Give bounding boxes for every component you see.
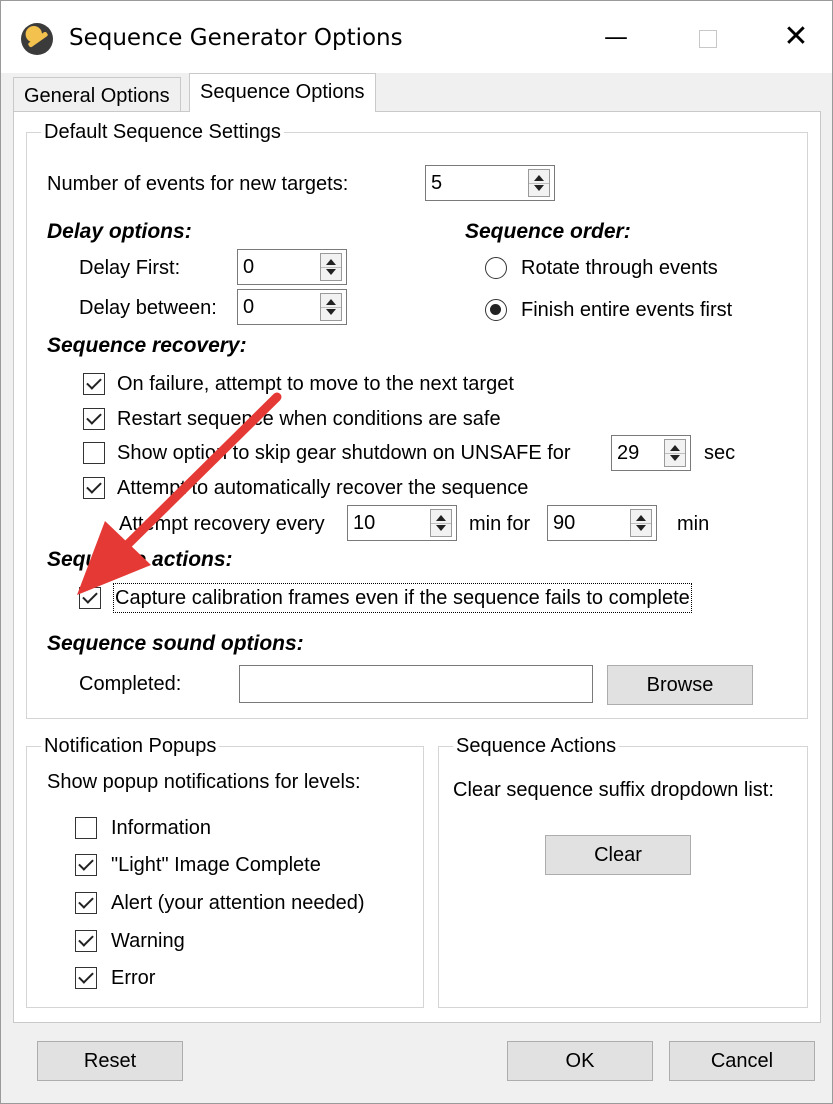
tab-sequence-options[interactable]: Sequence Options [189,73,376,112]
min-label: min [677,513,710,535]
level-light-image-checkbox[interactable] [75,854,97,876]
stepper-arrows-icon[interactable] [320,293,342,321]
stepper-arrows-icon[interactable] [664,439,686,467]
window-title: Sequence Generator Options [69,25,403,51]
stepper-arrows-icon[interactable] [430,509,452,537]
skip-gear-value[interactable]: 29 [617,440,639,466]
maximize-button[interactable] [683,15,733,59]
skip-gear-checkbox[interactable] [83,442,105,464]
minimize-button[interactable]: — [591,15,641,59]
sequence-actions-heading: Sequence actions: [47,548,233,571]
tab-general-options[interactable]: General Options [13,77,181,112]
attempt-every-label: Attempt recovery every [119,513,325,535]
level-alert-label[interactable]: Alert (your attention needed) [111,890,365,916]
level-information-label[interactable]: Information [111,815,211,841]
auto-recover-checkbox[interactable] [83,477,105,499]
events-stepper[interactable]: 5 [425,165,555,201]
events-label: Number of events for new targets: [47,173,349,195]
skip-gear-stepper[interactable]: 29 [611,435,691,471]
sequence-actions-group: Sequence Actions Clear sequence suffix d… [438,733,808,1008]
rotate-events-radio[interactable] [485,257,507,279]
group-title: Default Sequence Settings [41,119,284,145]
delay-between-value[interactable]: 0 [243,294,254,320]
delay-first-label: Delay First: [79,257,181,279]
default-sequence-settings-group: Default Sequence Settings Number of even… [26,119,808,719]
title-bar[interactable]: Sequence Generator Options — ✕ [1,1,832,73]
auto-recover-label[interactable]: Attempt to automatically recover the seq… [117,475,528,501]
capture-calibration-label[interactable]: Capture calibration frames even if the s… [113,583,692,613]
level-error-checkbox[interactable] [75,967,97,989]
skip-gear-unit: sec [704,442,736,464]
ok-button[interactable]: OK [507,1041,653,1081]
capture-calibration-checkbox[interactable] [79,587,101,609]
level-error-label[interactable]: Error [111,965,155,991]
browse-button[interactable]: Browse [607,665,753,705]
delay-options-heading: Delay options: [47,220,192,243]
delay-first-value[interactable]: 0 [243,254,254,280]
events-value[interactable]: 5 [431,170,442,196]
close-button[interactable]: ✕ [771,15,821,59]
attempt-every-stepper[interactable]: 10 [347,505,457,541]
level-warning-checkbox[interactable] [75,930,97,952]
sound-options-heading: Sequence sound options: [47,632,304,655]
finish-events-label[interactable]: Finish entire events first [521,297,732,323]
notifications-description: Show popup notifications for levels: [47,771,361,793]
sequence-order-heading: Sequence order: [465,220,631,243]
stepper-arrows-icon[interactable] [528,169,550,197]
app-logo-icon [21,23,53,55]
level-light-image-label[interactable]: "Light" Image Complete [111,852,321,878]
reset-button[interactable]: Reset [37,1041,183,1081]
delay-between-stepper[interactable]: 0 [237,289,347,325]
on-failure-checkbox[interactable] [83,373,105,395]
group-title: Notification Popups [41,733,220,759]
completed-label: Completed: [79,673,182,695]
restart-checkbox[interactable] [83,408,105,430]
delay-between-label: Delay between: [79,297,217,319]
clear-button[interactable]: Clear [545,835,691,875]
skip-gear-label[interactable]: Show option to skip gear shutdown on UNS… [117,440,571,466]
on-failure-label[interactable]: On failure, attempt to move to the next … [117,371,514,397]
tab-strip: General Options Sequence Options [1,73,832,113]
completed-sound-input[interactable] [239,665,593,703]
min-for-label: min for [469,513,531,535]
sequence-actions-description: Clear sequence suffix dropdown list: [453,779,774,801]
level-information-checkbox[interactable] [75,817,97,839]
sequence-options-panel: Default Sequence Settings Number of even… [13,111,821,1023]
min-for-stepper[interactable]: 90 [547,505,657,541]
restart-label[interactable]: Restart sequence when conditions are saf… [117,406,501,432]
min-for-value[interactable]: 90 [553,510,575,536]
level-warning-label[interactable]: Warning [111,928,185,954]
rotate-events-label[interactable]: Rotate through events [521,255,718,281]
level-alert-checkbox[interactable] [75,892,97,914]
sequence-recovery-heading: Sequence recovery: [47,334,247,357]
maximize-icon [699,29,717,48]
attempt-every-value[interactable]: 10 [353,510,375,536]
cancel-button[interactable]: Cancel [669,1041,815,1081]
stepper-arrows-icon[interactable] [630,509,652,537]
finish-events-radio[interactable] [485,299,507,321]
dialog-window: Sequence Generator Options — ✕ General O… [0,0,833,1104]
delay-first-stepper[interactable]: 0 [237,249,347,285]
group-title: Sequence Actions [453,733,620,759]
stepper-arrows-icon[interactable] [320,253,342,281]
notification-popups-group: Notification Popups Show popup notificat… [26,733,424,1008]
